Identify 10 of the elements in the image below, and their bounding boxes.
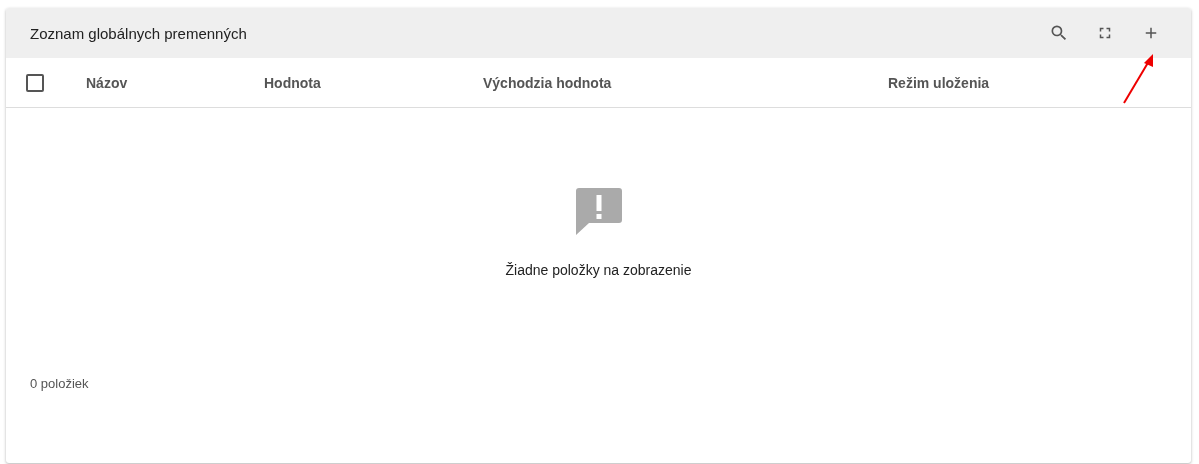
empty-message: Žiadne položky na zobrazenie bbox=[505, 262, 692, 278]
column-header[interactable]: Názov bbox=[86, 74, 264, 91]
item-count: 0 položiek bbox=[29, 376, 90, 393]
select-all-checkbox[interactable] bbox=[26, 73, 44, 92]
column-header[interactable]: Režim uloženia bbox=[888, 74, 1191, 91]
column-header[interactable]: Východzia hodnota bbox=[483, 74, 888, 91]
panel-title: Zoznam globálnych premenných bbox=[30, 24, 248, 42]
column-header[interactable]: Hodnota bbox=[264, 74, 483, 91]
search-icon bbox=[1049, 23, 1069, 43]
warning-message-icon bbox=[573, 186, 624, 236]
